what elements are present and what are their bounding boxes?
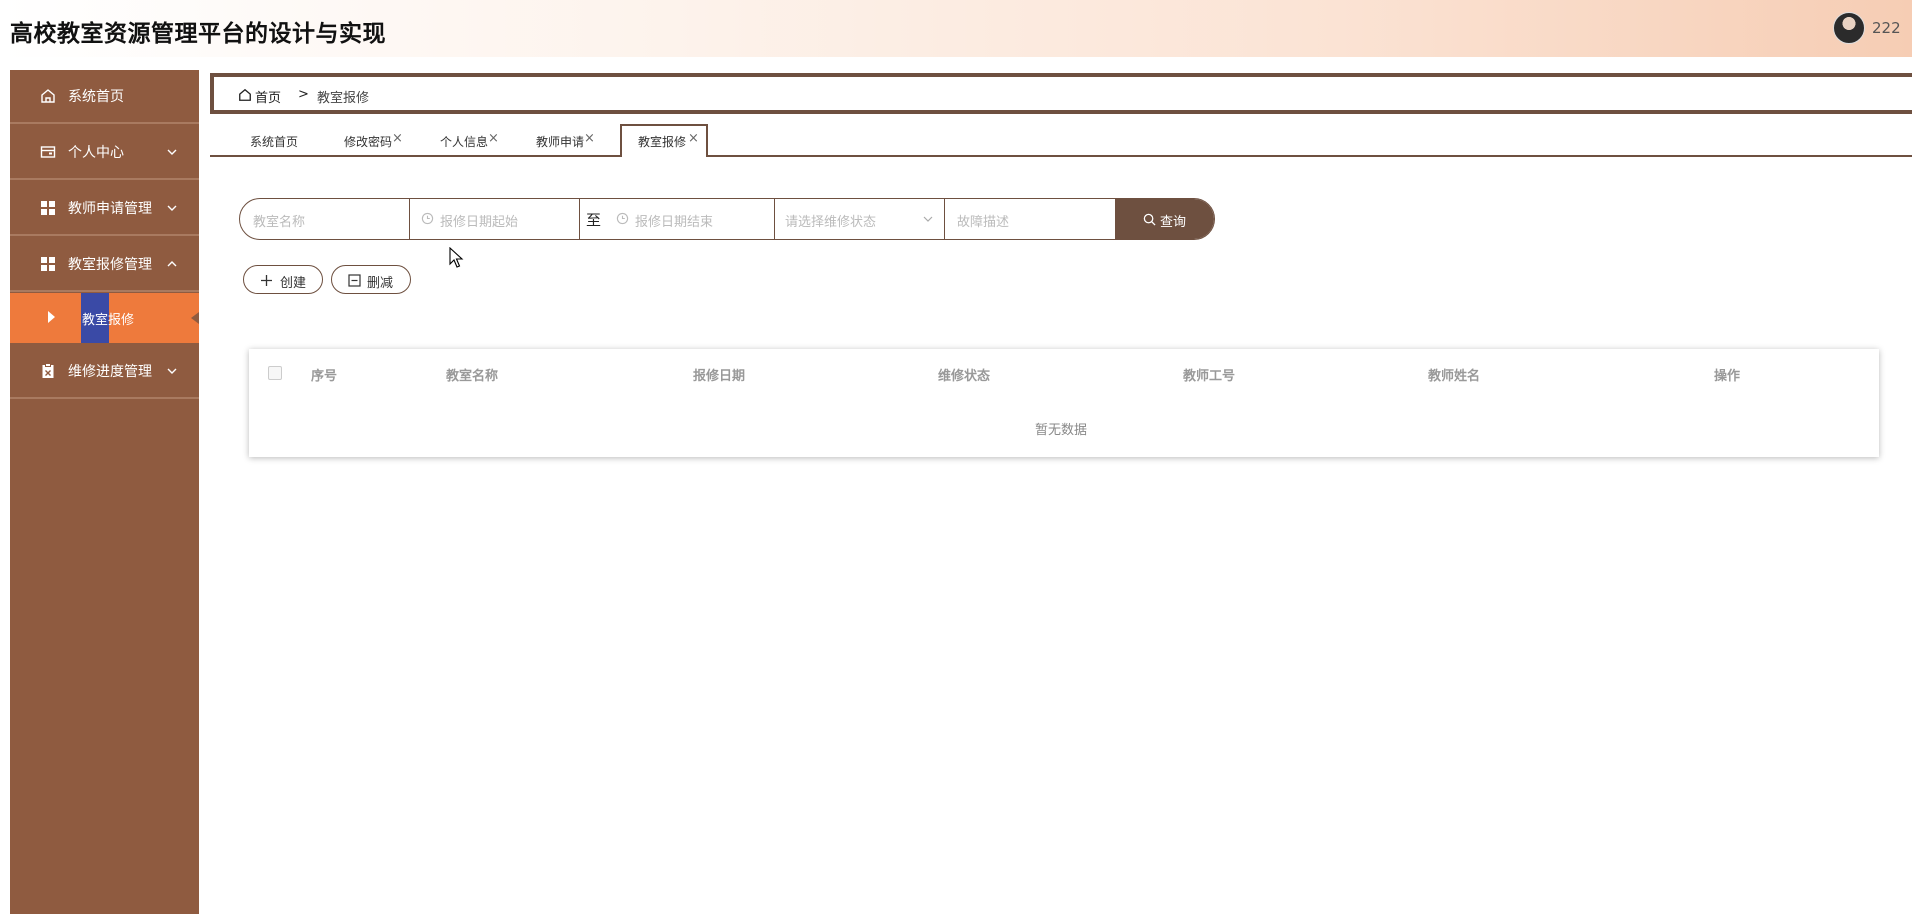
column-header[interactable]: 报修日期 [693,365,745,384]
sidebar-subitem-classroom-repair[interactable]: 教室报修 [10,293,199,343]
breadcrumb-current: 教室报修 [317,91,370,106]
close-icon[interactable]: × [392,131,403,146]
select-placeholder: 请选择维修状态 [785,215,877,230]
create-button-label: 创建 [280,276,307,291]
column-header[interactable]: 维修状态 [938,365,990,384]
app-title: 高校教室资源管理平台的设计与实现 [10,21,386,47]
column-header[interactable]: 教室名称 [446,365,498,384]
home-icon[interactable] [238,88,252,102]
chevron-down-icon [167,368,177,374]
chevron-up-icon [167,261,177,267]
data-table: 序号 教室名称 报修日期 维修状态 教师工号 教师姓名 操作 暂无数据 [249,349,1879,457]
select-all-checkbox[interactable] [268,366,282,380]
sidebar-item-personal-center[interactable]: 个人中心 [10,126,199,180]
delete-button-label: 删减 [367,276,394,291]
repair-date-end-input[interactable]: 报修日期结束 [605,199,775,239]
grid-icon [41,201,55,215]
tab-teacher-application[interactable]: 教师申请 × [528,124,608,155]
chevron-down-icon [167,149,177,155]
grid-icon [41,257,55,271]
tab-label: 教师申请 [536,135,585,149]
plus-icon [261,275,272,286]
tab-label: 教室报修 [638,135,687,149]
active-indicator [191,312,199,324]
mouse-cursor-icon [449,247,464,268]
tab-home[interactable]: 系统首页 [240,124,310,155]
search-form: 教室名称 报修日期起始 至 报修日期结束 请选择维修状态 故障描述 查询 [239,198,1215,240]
sidebar: 系统首页 个人中心 教师申请管理 教室报修管理 教室报修 维修进度管理 [10,70,199,914]
delete-button[interactable]: 删减 [331,265,411,294]
clipboard-icon [42,363,54,378]
tab-bar: 系统首页 修改密码 × 个人信息 × 教师申请 × 教室报修 × [210,124,1912,157]
fault-description-input[interactable]: 故障描述 [945,199,1115,239]
repair-status-select[interactable]: 请选择维修状态 [775,199,945,239]
sidebar-item-repair-progress[interactable]: 维修进度管理 [10,345,199,399]
tab-label: 修改密码 [344,135,393,149]
breadcrumb-separator: > [298,87,309,102]
tab-label: 系统首页 [250,135,299,149]
query-button[interactable]: 查询 [1115,199,1214,239]
sidebar-item-home[interactable]: 系统首页 [10,70,199,124]
sidebar-item-label: 个人中心 [68,145,124,161]
caret-right-icon [48,311,55,323]
clock-icon [421,212,434,225]
close-icon[interactable]: × [688,131,699,146]
sidebar-subitem-label: 教室报修 [82,313,135,328]
empty-state-text: 暂无数据 [1035,423,1088,438]
search-icon [1143,213,1156,226]
sidebar-item-label: 维修进度管理 [68,364,152,380]
input-placeholder: 报修日期结束 [635,215,714,230]
input-placeholder: 故障描述 [957,215,1010,230]
sidebar-item-classroom-repair[interactable]: 教室报修管理 [10,238,199,292]
wallet-icon [40,146,56,158]
sidebar-item-label: 教师申请管理 [68,201,152,217]
chevron-down-icon [923,216,933,222]
classroom-name-input[interactable]: 教室名称 [240,199,410,239]
repair-date-start-input[interactable]: 报修日期起始 [410,199,580,239]
column-header[interactable]: 教师姓名 [1428,365,1480,384]
close-icon[interactable]: × [584,131,595,146]
column-header: 操作 [1714,369,1741,384]
home-icon [41,89,55,103]
clock-icon [616,212,629,225]
user-avatar[interactable] [1833,12,1865,44]
top-header: 高校教室资源管理平台的设计与实现 222 [0,0,1912,57]
create-button[interactable]: 创建 [243,265,323,294]
column-header[interactable]: 教师工号 [1183,365,1235,384]
minus-square-icon [348,274,361,287]
query-button-label: 查询 [1160,215,1187,230]
input-placeholder: 报修日期起始 [440,215,519,230]
date-range-separator: 至 [586,211,602,229]
close-icon[interactable]: × [488,131,499,146]
tab-label: 个人信息 [440,135,489,149]
input-placeholder: 教室名称 [253,215,306,230]
column-header[interactable]: 序号 [311,365,337,384]
sidebar-item-teacher-application[interactable]: 教师申请管理 [10,182,199,236]
sidebar-item-label: 系统首页 [68,89,124,105]
sidebar-item-label: 教室报修管理 [68,257,152,273]
chevron-down-icon [167,205,177,211]
tab-classroom-repair[interactable]: 教室报修 × [620,124,708,157]
breadcrumb-home-link[interactable]: 首页 [255,87,281,106]
breadcrumb: 首页 > 教室报修 [210,73,1912,114]
tab-change-password[interactable]: 修改密码 × [336,124,416,155]
tab-personal-info[interactable]: 个人信息 × [432,124,512,155]
username[interactable]: 222 [1872,19,1901,37]
